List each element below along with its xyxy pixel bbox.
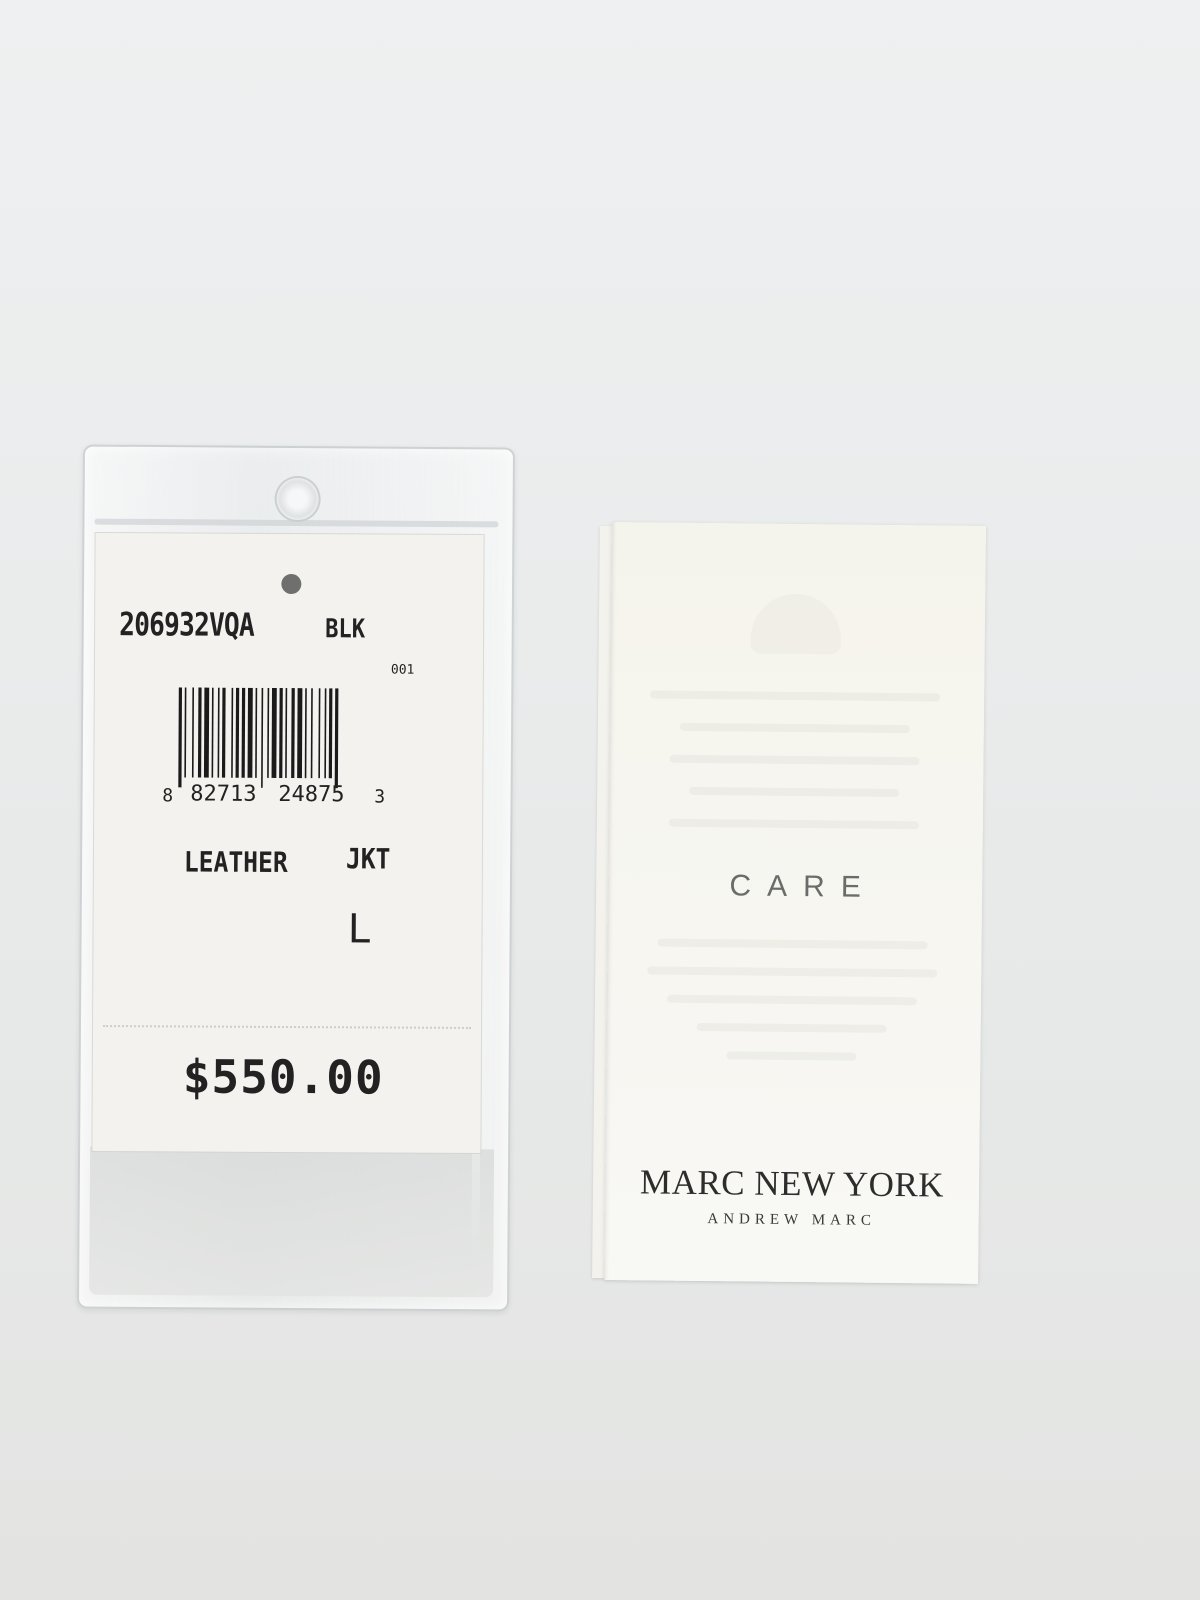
show-through-text-line [650,690,941,702]
barcode-bar [328,688,333,779]
barcode-bar [178,687,183,788]
item-size: L [347,906,372,953]
barcode-right-group: 24875 [278,781,345,808]
barcode-left-group: 82713 [190,781,257,807]
care-booklet: CARE MARC NEW YORK ANDREW MARC [604,522,986,1284]
barcode-bar [211,687,214,778]
barcode-bar [197,687,202,778]
barcode-bar [324,688,327,779]
barcode-bar [297,688,303,779]
sleeve-grommet [274,475,321,523]
show-through-text-line [666,994,918,1006]
barcode-bar [203,687,210,778]
barcode-bar [267,687,270,778]
show-through-text-line [647,966,938,978]
barcode-bar [285,687,288,778]
perforation-line [103,1025,472,1029]
tag-hole [281,573,302,595]
barcode-bar [279,687,283,778]
show-through-text-line [669,754,920,766]
barcode-bar [261,687,264,788]
show-through-emblem [750,593,842,655]
barcode-bar [221,687,226,778]
barcode-check-digit: 3 [374,786,386,808]
product-photo: 206932VQA BLK 001 8 82713 24875 3 LEATHE… [0,0,1200,1600]
sub-brand-name: ANDREW MARC [707,1211,876,1229]
garment-type: JKT [345,842,391,876]
barcode-bar [241,687,246,778]
show-through-text-line [679,722,910,734]
barcode [178,687,339,789]
barcode-bar [310,688,313,779]
style-code: 206932VQA [119,605,255,644]
barcode-bar [191,687,195,778]
sleeve-lip [94,518,499,528]
barcode-bar [271,687,277,778]
care-title: CARE [729,869,878,904]
show-through-text-line [726,1051,857,1061]
show-through-text-line [689,786,900,798]
show-through-text-line [657,938,928,950]
barcode-first-digit: 8 [162,785,174,807]
barcode-bar [247,687,253,778]
barcode-bar [318,688,321,779]
barcode-bar [235,687,240,778]
barcode-bar [291,688,295,779]
barcode-bar [231,687,234,778]
barcode-bar [217,687,220,778]
barcode-bar [184,687,187,778]
price-tag: 206932VQA BLK 001 8 82713 24875 3 LEATHE… [92,532,484,1154]
brand-name: MARC NEW YORK [639,1162,945,1205]
color-code: BLK [325,614,366,645]
barcode-bar [255,687,258,778]
barcode-bar [304,688,307,779]
show-through-text-line [668,818,919,830]
barcode-bar [334,688,339,789]
item-description: LEATHER [183,845,288,879]
sleeve-bottom-pocket [89,1146,495,1298]
sub-code: 001 [390,662,415,678]
show-through-text-line [696,1022,887,1033]
item-price: $550.00 [182,1049,384,1105]
